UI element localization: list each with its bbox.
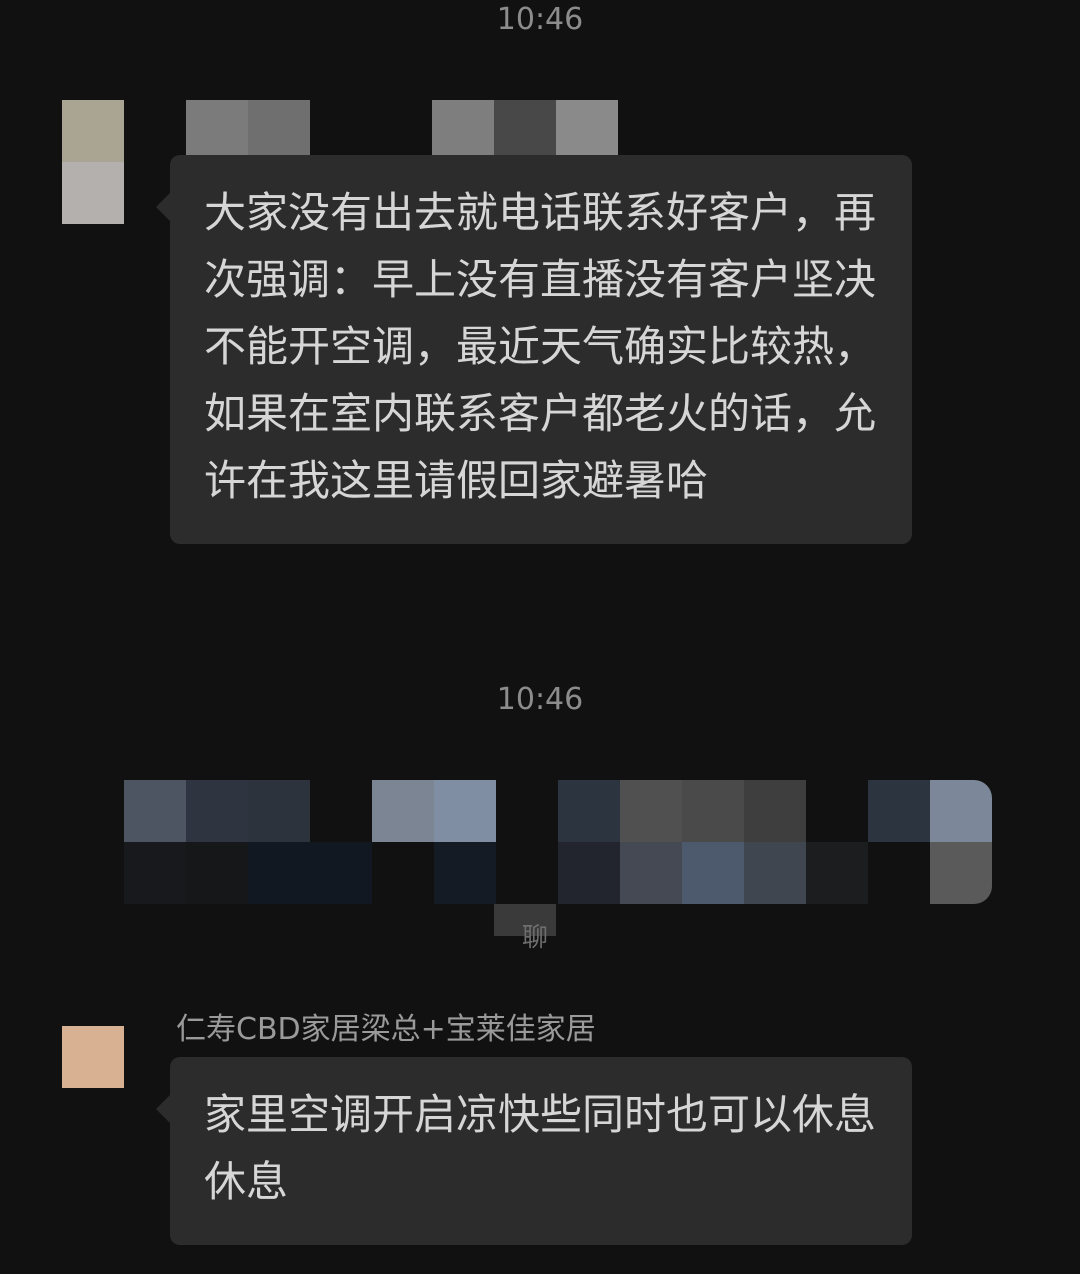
avatar[interactable] xyxy=(62,1026,124,1088)
message-text: 大家没有出去就电话联系好客户，再次强调：早上没有直播没有客户坚决不能开空调，最近… xyxy=(204,188,877,505)
fragment-text: 聊 xyxy=(522,923,549,953)
blurred-fragment: 聊 xyxy=(494,904,556,953)
message-text: 家里空调开启凉快些同时也可以休息休息 xyxy=(204,1090,877,1206)
timestamp: 10:46 xyxy=(496,2,584,37)
message-bubble[interactable]: 大家没有出去就电话联系好客户，再次强调：早上没有直播没有客户坚决不能开空调，最近… xyxy=(156,155,912,544)
blurred-message xyxy=(124,780,992,904)
avatar[interactable] xyxy=(62,100,124,224)
blurred-sender-name xyxy=(186,100,618,162)
message-bubble[interactable]: 家里空调开启凉快些同时也可以休息休息 xyxy=(156,1057,912,1245)
timestamp: 10:46 xyxy=(496,682,584,717)
sender-name: 仁寿CBD家居梁总+宝莱佳家居 xyxy=(176,1012,596,1047)
